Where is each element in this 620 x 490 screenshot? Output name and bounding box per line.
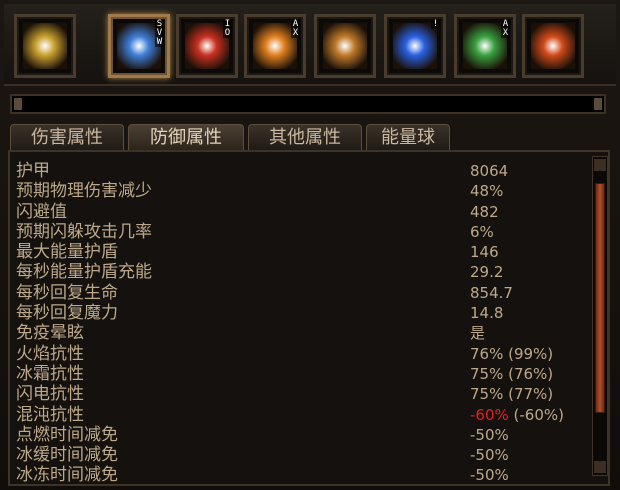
stat-value-main: 75% (76%): [470, 364, 554, 383]
stat-value-main: 8064: [470, 162, 509, 180]
stat-label: 每秒回复生命: [16, 282, 118, 303]
stat-row: 闪电抗性 75% (77%): [16, 384, 576, 404]
stat-value-main: 是: [470, 324, 486, 343]
stat-row: 预期物理伤害减少 48%: [16, 181, 576, 201]
stat-value: 29.2: [470, 262, 503, 282]
scroll-thumb[interactable]: [595, 183, 605, 413]
stat-row: 每秒能量护盾充能 29.2: [16, 262, 576, 282]
skill-slot[interactable]: [522, 14, 584, 78]
stat-row: 护甲 8064: [16, 161, 576, 181]
stat-value: 8064: [470, 161, 508, 181]
stat-value-main: 14.8: [470, 304, 504, 323]
stat-value: 482: [470, 202, 499, 222]
skill-slot[interactable]: [14, 14, 76, 78]
stat-label: 闪电抗性: [16, 384, 84, 405]
skill-key-label: !: [431, 19, 440, 29]
stat-label: 闪避值: [16, 201, 67, 222]
scroll-up-arrow[interactable]: [594, 159, 606, 171]
stat-value-main: 854.7: [470, 283, 513, 302]
stat-label: 预期闪躲攻击几率: [16, 221, 152, 242]
stat-label: 每秒回复魔力: [16, 303, 118, 324]
stat-row: 免疫晕眩 是: [16, 323, 576, 343]
stat-value: 75% (77%): [470, 384, 553, 404]
skill-slot[interactable]: I O: [176, 14, 238, 78]
skill-slot[interactable]: !: [384, 14, 446, 78]
skill-slot[interactable]: A X: [244, 14, 306, 78]
stat-label: 免疫晕眩: [16, 323, 84, 344]
stat-label: 冰缓时间减免: [16, 445, 118, 466]
skill-key-label: S V W: [155, 19, 164, 47]
stat-label: 冰冻时间减免: [16, 465, 118, 486]
stat-value-main: -50%: [470, 425, 509, 444]
character-stats-window: S V WI OA X! A X 伤害属性 防御属性 其他属性 能量球 护甲 8064 预期…: [0, 0, 620, 490]
stat-label: 预期物理伤害减少: [16, 181, 152, 202]
flame-shield-skill-icon: [531, 23, 575, 69]
stat-value: 48%: [470, 181, 503, 201]
stat-row: 火焰抗性 76% (99%): [16, 344, 576, 364]
stat-value-main: 29.2: [470, 263, 504, 282]
stat-row: 冰缓时间减免 -50%: [16, 445, 576, 465]
stat-row: 混沌抗性 -60% (-60%): [16, 405, 576, 425]
stat-label: 最大能量护盾: [16, 242, 118, 263]
stat-value-main: -50%: [470, 466, 509, 485]
stat-label: 点燃时间减免: [16, 424, 118, 445]
stat-row: 每秒回复魔力 14.8: [16, 303, 576, 323]
stat-value: 76% (99%): [470, 344, 553, 364]
stat-value: 854.7: [470, 283, 513, 303]
skill-slot[interactable]: S V W: [108, 14, 170, 78]
stat-value-main: 75% (77%): [470, 385, 554, 404]
scroll-down-arrow[interactable]: [594, 461, 606, 473]
stat-row: 冰霜抗性 75% (76%): [16, 364, 576, 384]
stat-row: 冰冻时间减免 -50%: [16, 465, 576, 485]
stat-value: -50%: [470, 465, 509, 485]
stat-label: 每秒能量护盾充能: [16, 262, 152, 283]
stat-value: 是: [470, 323, 485, 343]
stat-value: 75% (76%): [470, 364, 553, 384]
stat-value: -50%: [470, 425, 509, 445]
search-bar[interactable]: [10, 94, 606, 114]
stat-value: -50%: [470, 445, 509, 465]
tab-1[interactable]: 伤害属性: [10, 124, 124, 150]
tab-4[interactable]: 能量球: [366, 124, 450, 150]
stat-row: 点燃时间减免 -50%: [16, 425, 576, 445]
stat-label: 冰霜抗性: [16, 363, 84, 384]
stat-row: 闪避值 482: [16, 202, 576, 222]
tab-3[interactable]: 其他属性: [248, 124, 362, 150]
stats-panel: 护甲 8064 预期物理伤害减少 48% 闪避值 482 预期闪躲攻击几率 6% 最大能量护盾 1…: [8, 150, 610, 486]
scrollbar[interactable]: [592, 156, 608, 476]
stat-value: 6%: [470, 222, 494, 242]
stat-value-main: 48%: [470, 182, 504, 201]
skill-key-label: A X: [291, 19, 300, 38]
stat-value: 146: [470, 242, 499, 262]
skill-slot[interactable]: A X: [454, 14, 516, 78]
stat-value-main: 146: [470, 243, 499, 262]
stat-label: 护甲: [16, 161, 50, 181]
stat-value: 14.8: [470, 303, 503, 323]
portal-skill-icon: [393, 23, 437, 69]
stat-row: 预期闪躲攻击几率 6%: [16, 222, 576, 242]
skill-slot[interactable]: [314, 14, 376, 78]
swirl-skill-icon: [323, 23, 367, 69]
stat-value: -60% (-60%): [470, 405, 564, 425]
skill-key-label: A X: [501, 19, 510, 38]
stat-label: 混沌抗性: [16, 404, 84, 425]
stat-value-main: -60%: [470, 405, 509, 424]
stat-row: 最大能量护盾 146: [16, 242, 576, 262]
stats-list: 护甲 8064 预期物理伤害减少 48% 闪避值 482 预期闪躲攻击几率 6% 最大能量护盾 1…: [16, 161, 576, 486]
tab-2[interactable]: 防御属性: [128, 124, 244, 150]
stat-value-main: -50%: [470, 446, 509, 465]
sword-skill-icon: [23, 23, 67, 69]
stat-label: 火焰抗性: [16, 343, 84, 364]
skill-key-label: I O: [223, 19, 232, 38]
stat-value-main: 6%: [470, 222, 494, 241]
skill-bar: S V W I O A X! A X: [4, 4, 616, 86]
stat-value-main: 76% (99%): [470, 344, 554, 363]
stat-row: 每秒回复生命 854.7: [16, 283, 576, 303]
stat-value-main: 482: [470, 202, 499, 221]
stat-value-max: (-60%): [508, 405, 564, 424]
